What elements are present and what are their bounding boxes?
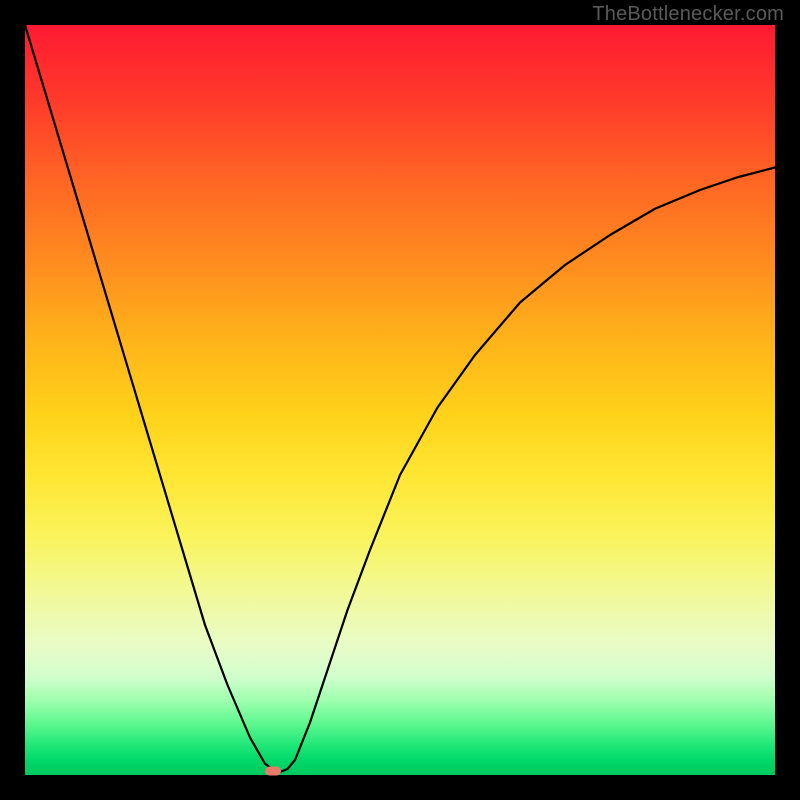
chart-plot-area: [25, 25, 775, 775]
bottleneck-curve: [25, 25, 775, 775]
chart-frame: TheBottlenecker.com: [0, 0, 800, 800]
attribution-text: TheBottlenecker.com: [592, 3, 784, 26]
optimal-point-marker: [265, 766, 281, 775]
